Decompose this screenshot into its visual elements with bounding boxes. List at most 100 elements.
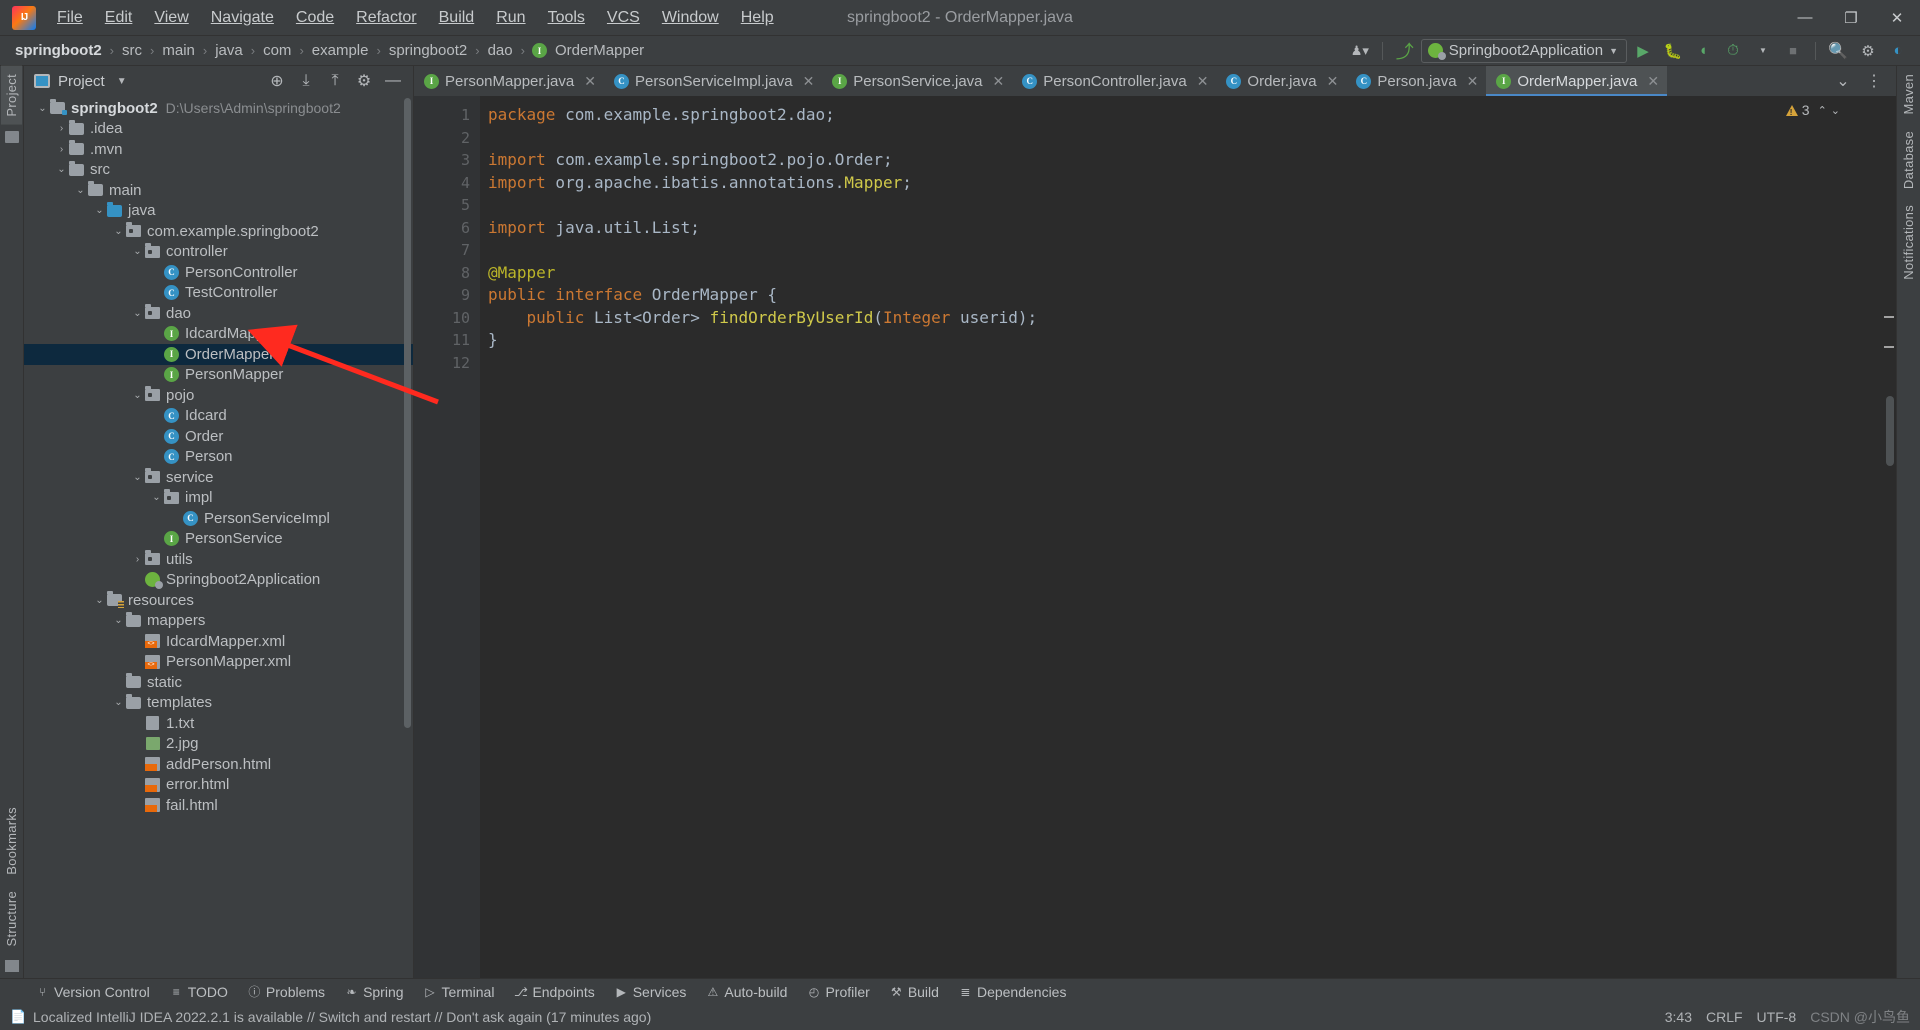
bottom-bar-item-endpoints[interactable]: ⎇ Endpoints bbox=[504, 981, 604, 1003]
error-stripe-mark[interactable] bbox=[1884, 316, 1894, 318]
debug-button[interactable]: 🐛 bbox=[1659, 38, 1687, 64]
line-number[interactable]: 8 bbox=[414, 262, 480, 285]
line-number[interactable]: 1 bbox=[414, 104, 480, 127]
tree-node[interactable]: ⌄ dao bbox=[24, 303, 413, 324]
code-line[interactable]: import java.util.List; bbox=[480, 217, 1896, 240]
line-number[interactable]: 10 bbox=[414, 307, 480, 330]
chevron-down-icon[interactable]: ⌄ bbox=[131, 472, 144, 483]
bottom-bar-item-auto-build[interactable]: ⚠ Auto-build bbox=[696, 981, 797, 1003]
tree-node[interactable]: ›static bbox=[24, 672, 413, 693]
line-number[interactable]: 7 bbox=[414, 239, 480, 262]
sidebar-item-structure[interactable]: Structure bbox=[1, 883, 22, 954]
breadcrumb-item-java[interactable]: java bbox=[212, 40, 246, 61]
tree-scrollbar[interactable] bbox=[404, 98, 411, 728]
tree-node[interactable]: ›addPerson.html bbox=[24, 754, 413, 775]
select-opened-file-icon[interactable]: ⊕ bbox=[263, 68, 291, 94]
bottom-bar-item-profiler[interactable]: ◴ Profiler bbox=[797, 981, 879, 1003]
menu-navigate[interactable]: Navigate bbox=[200, 5, 285, 31]
tree-node[interactable]: ›error.html bbox=[24, 775, 413, 796]
breadcrumb[interactable]: springboot2 › src › main › java › com › … bbox=[12, 40, 647, 61]
tree-node[interactable]: ›1.txt bbox=[24, 713, 413, 734]
chevron-down-icon[interactable]: ⌄ bbox=[112, 615, 125, 626]
tree-node[interactable]: ›PersonMapper.xml bbox=[24, 652, 413, 673]
line-number[interactable]: 4 bbox=[414, 172, 480, 195]
chevron-down-icon[interactable]: ⌄ bbox=[112, 226, 125, 237]
code-line[interactable] bbox=[480, 352, 1896, 375]
breadcrumb-item-main[interactable]: main bbox=[159, 40, 198, 61]
main-menu[interactable]: File Edit View Navigate Code Refactor Bu… bbox=[46, 5, 785, 31]
close-icon[interactable]: ✕ bbox=[1647, 73, 1659, 90]
editor-tab[interactable]: C PersonServiceImpl.java ✕ bbox=[604, 66, 822, 96]
line-number[interactable]: 12 bbox=[414, 352, 480, 375]
bottom-bar-item-services[interactable]: ▶ Services bbox=[605, 981, 697, 1003]
project-tree[interactable]: ⌄ springboot2 D:\Users\Admin\springboot2 ›.… bbox=[24, 96, 413, 978]
editor-tab[interactable]: C PersonController.java ✕ bbox=[1012, 66, 1216, 96]
caret-position[interactable]: 3:43 bbox=[1665, 1009, 1692, 1025]
code-line[interactable] bbox=[480, 194, 1896, 217]
code-line[interactable]: @Mapper bbox=[480, 262, 1896, 285]
code-line[interactable]: public List<Order> findOrderByUserId(Int… bbox=[480, 307, 1896, 330]
menu-help[interactable]: Help bbox=[730, 5, 785, 31]
tab-list-chevron-icon[interactable]: ⌄ bbox=[1829, 68, 1857, 94]
line-number[interactable]: 11 bbox=[414, 329, 480, 352]
code-line[interactable]: } bbox=[480, 329, 1896, 352]
error-stripe-mark[interactable] bbox=[1884, 346, 1894, 348]
user-icon[interactable]: ♟▾ bbox=[1346, 38, 1374, 64]
breadcrumb-item-springboot2[interactable]: springboot2 bbox=[386, 40, 470, 61]
tree-node[interactable]: ›CTestController bbox=[24, 283, 413, 304]
hide-panel-icon[interactable]: — bbox=[379, 68, 407, 94]
chevron-right-icon[interactable]: › bbox=[131, 554, 144, 565]
menu-tools[interactable]: Tools bbox=[537, 5, 596, 31]
editor-tab[interactable]: C Order.java ✕ bbox=[1216, 66, 1346, 96]
tree-node[interactable]: ⌄ springboot2 D:\Users\Admin\springboot2 bbox=[24, 98, 413, 119]
tree-node[interactable]: ⌄ src bbox=[24, 160, 413, 181]
folder-icon[interactable] bbox=[4, 130, 19, 143]
tab-options-icon[interactable]: ⋮ bbox=[1860, 68, 1888, 94]
window-controls[interactable]: — ❐ ✕ bbox=[1782, 0, 1920, 36]
stop-button[interactable]: ■ bbox=[1779, 38, 1807, 64]
chevron-down-icon[interactable]: ⌄ bbox=[131, 390, 144, 401]
code-line[interactable] bbox=[480, 239, 1896, 262]
menu-build[interactable]: Build bbox=[428, 5, 486, 31]
chevron-down-icon[interactable]: ▼ bbox=[117, 76, 127, 87]
maximize-button[interactable]: ❐ bbox=[1828, 0, 1874, 36]
close-icon[interactable]: ✕ bbox=[1197, 73, 1209, 90]
status-message[interactable]: Localized IntelliJ IDEA 2022.2.1 is avai… bbox=[33, 1009, 651, 1025]
tree-node[interactable]: ⌄ impl bbox=[24, 488, 413, 509]
chevron-down-icon[interactable]: ▼ bbox=[1609, 46, 1618, 56]
bottom-bar-item-build[interactable]: ⚒ Build bbox=[880, 981, 949, 1003]
bottom-bar-item-terminal[interactable]: ▷ Terminal bbox=[414, 981, 505, 1003]
inspection-widget[interactable]: 3 ⌃ ⌄ bbox=[1785, 102, 1840, 118]
tree-node[interactable]: › utils bbox=[24, 549, 413, 570]
tree-node[interactable]: ⌄ mappers bbox=[24, 611, 413, 632]
editor-tab-active[interactable]: I OrderMapper.java ✕ bbox=[1486, 66, 1668, 96]
close-button[interactable]: ✕ bbox=[1874, 0, 1920, 36]
menu-refactor[interactable]: Refactor bbox=[345, 5, 427, 31]
tree-node[interactable]: ›Springboot2Application bbox=[24, 570, 413, 591]
menu-window[interactable]: Window bbox=[651, 5, 730, 31]
tree-node[interactable]: ⌄ java bbox=[24, 201, 413, 222]
chevron-down-icon[interactable]: ⌄ bbox=[55, 164, 68, 175]
tree-node[interactable]: ⌄ main bbox=[24, 180, 413, 201]
tree-node[interactable]: ›IPersonMapper bbox=[24, 365, 413, 386]
chevron-down-icon[interactable]: ⌄ bbox=[36, 103, 49, 114]
breadcrumb-item-project[interactable]: springboot2 bbox=[12, 40, 105, 61]
bottom-bar-item-problems[interactable]: ⓘ Problems bbox=[238, 981, 335, 1003]
tree-node[interactable]: ›IIdcardMapper bbox=[24, 324, 413, 345]
code-line[interactable]: import org.apache.ibatis.annotations.Map… bbox=[480, 172, 1896, 195]
updates-icon[interactable]: ⤴ bbox=[1391, 38, 1419, 64]
file-encoding[interactable]: UTF-8 bbox=[1757, 1009, 1797, 1025]
notification-icon[interactable]: 📄 bbox=[10, 1009, 26, 1024]
sidebar-item-bookmarks[interactable]: Bookmarks bbox=[1, 799, 22, 883]
editor-gutter[interactable]: 123⊖456⊖789101112 bbox=[414, 96, 504, 978]
tree-node[interactable]: ⌄ service bbox=[24, 467, 413, 488]
chevron-down-icon[interactable]: ⌄ bbox=[131, 308, 144, 319]
sidebar-item-project[interactable]: Project bbox=[1, 66, 22, 125]
tree-node[interactable]: ⌄ com.example.springboot2 bbox=[24, 221, 413, 242]
code-line[interactable]: package com.example.springboot2.dao; bbox=[480, 104, 1896, 127]
settings-gear-icon[interactable]: ⚙ bbox=[1854, 38, 1882, 64]
line-number[interactable]: 2 bbox=[414, 127, 480, 150]
chevron-down-icon[interactable]: ⌄ bbox=[131, 246, 144, 257]
menu-file[interactable]: File bbox=[46, 5, 94, 31]
editor-tab-bar[interactable]: I PersonMapper.java ✕ C PersonServiceImpl.ja… bbox=[414, 66, 1896, 96]
